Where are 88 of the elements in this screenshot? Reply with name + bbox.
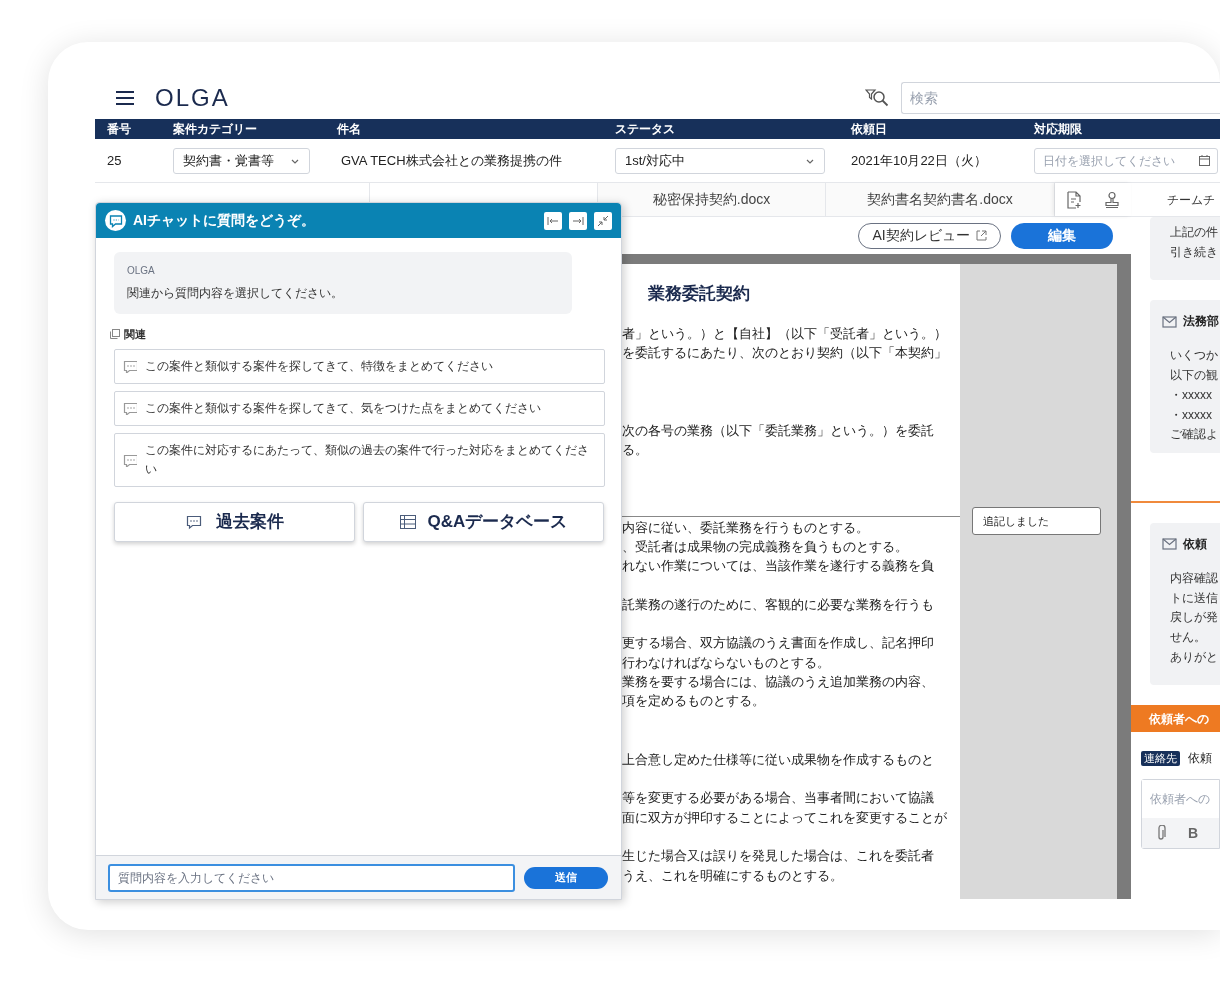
message-text: ありがと — [1170, 648, 1219, 666]
column-header: 依頼日 — [851, 121, 888, 138]
document-text: 託業務の遂行のために、客観的に必要な業務を行うも — [622, 595, 934, 614]
document-text: 行わなければならないものとする。 — [622, 653, 830, 672]
document-text: 項を定めるものとする。 — [622, 692, 765, 711]
dock-left-button[interactable] — [544, 211, 562, 230]
contact-name: 依頼 — [1188, 750, 1212, 768]
message-text: ・xxxxx — [1170, 386, 1213, 404]
dock-right-icon — [572, 215, 584, 226]
document-tab[interactable]: 秘密保持契約.docx — [598, 183, 826, 216]
message-text: せん。 — [1170, 629, 1207, 647]
message-text: 上記の件 — [1170, 224, 1219, 241]
ai-review-button[interactable]: AI契約レビュー — [858, 222, 1001, 249]
minimize-icon — [597, 215, 609, 226]
column-header: 番号 — [106, 121, 132, 138]
past-cases-button[interactable]: 過去案件 — [114, 501, 355, 542]
calendar-icon — [1199, 154, 1210, 166]
document-text: れない作業については、当該作業を遂行する義務を負 — [622, 557, 934, 576]
dock-right-button[interactable] — [569, 211, 587, 230]
dropdown[interactable]: 1st/対応中 — [615, 147, 825, 174]
chat-bubble-icon — [123, 359, 137, 373]
question-field[interactable]: 質問内容を入力してください — [108, 863, 515, 892]
chat-bubble-icon — [185, 513, 204, 530]
document-text: 等を変更する必要がある場合、当事者間において協議 — [622, 789, 934, 808]
suggestion-item[interactable]: この案件に対応するにあたって、類似の過去の案件で行った対応をまとめてください — [114, 432, 605, 487]
document-text: 生じた場合又は誤りを発見した場合は、これを委託者 — [622, 847, 934, 866]
menu-icon[interactable] — [115, 90, 135, 106]
document-text: 上合意し定めた仕様等に従い成果物を作成するものと — [622, 750, 934, 769]
message-text: 関連から質問内容を選択してください。 — [127, 285, 344, 302]
message-text: いくつか — [1170, 347, 1219, 365]
date-field[interactable]: 日付を選択してください — [1034, 147, 1218, 174]
document-text: うえ、これを明確にするものとする。 — [622, 866, 843, 885]
dock-left-icon — [547, 215, 559, 226]
document-tab[interactable]: 契約書名契約書名.docx — [826, 183, 1055, 216]
contact-badge: 連絡先 — [1141, 750, 1180, 766]
suggestion-item[interactable]: この案件と類似する案件を探してきて、気をつけた点をまとめてください — [114, 390, 605, 426]
message-text: 以下の観 — [1170, 367, 1219, 385]
search-field[interactable]: 検索 — [901, 82, 1220, 114]
chat-bubble-icon — [123, 452, 137, 467]
comment-box: 追記しました — [972, 507, 1101, 535]
request-bar: 依頼者への — [1131, 705, 1220, 733]
message-text: 内容確認 — [1170, 569, 1219, 587]
message-text: トに送信 — [1170, 589, 1219, 607]
bold-button[interactable]: B — [1188, 822, 1199, 844]
table-cell-text: 2021年10月22日（火） — [851, 151, 988, 170]
document-text: を委託するにあたり、次のとおり契約（以下「本契約」 — [622, 344, 947, 363]
document-text: 者」という。）と【自社】（以下「受託者」という。） — [622, 325, 947, 343]
stamp-icon[interactable] — [1104, 190, 1120, 209]
list-icon — [399, 514, 416, 529]
database-button[interactable]: Q&Aデータベース — [363, 501, 604, 542]
document-title: 業務委託契約 — [647, 283, 751, 305]
document-text: る。 — [622, 441, 648, 460]
message-text: 引き続き — [1170, 243, 1219, 261]
mail-icon — [1162, 537, 1177, 551]
column-header: 件名 — [337, 121, 362, 138]
message-text: 戻しが発 — [1170, 609, 1219, 627]
table-cell-text: GVA TECH株式会社との業務提携の件 — [340, 151, 563, 170]
dropdown[interactable]: 契約書・覚書等 — [173, 147, 310, 174]
send-button[interactable]: 送信 — [524, 866, 608, 889]
paperclip-icon[interactable] — [1156, 825, 1166, 842]
message-sender: OLGA — [127, 264, 156, 278]
message-text: ご確認よ — [1170, 426, 1219, 444]
column-header: 案件カテゴリー — [173, 121, 258, 138]
add-document-icon[interactable] — [1066, 190, 1082, 209]
edit-button[interactable]: 編集 — [1011, 222, 1113, 249]
mail-icon — [1162, 314, 1177, 328]
document-text: 次の各号の業務（以下「委託業務」という。）を委託 — [622, 421, 934, 440]
minimize-button[interactable] — [594, 211, 612, 230]
document-text: 更する場合、双方協議のうえ書面を作成し、記名押印 — [622, 634, 934, 653]
chat-title: AIチャットに質問をどうぞ。 — [133, 211, 315, 230]
related-label: 関連 — [124, 327, 146, 342]
external-link-icon — [975, 230, 987, 241]
chat-bubble-icon — [123, 401, 137, 415]
table-cell-text: 25 — [106, 151, 123, 170]
suggestion-item[interactable]: この案件と類似する案件を探してきて、特徴をまとめてください — [114, 348, 605, 384]
column-header: ステータス — [615, 121, 676, 138]
document-text: 内容に従い、委託業務を行うものとする。 — [622, 518, 869, 537]
message-composer[interactable]: 依頼者への B — [1141, 779, 1220, 850]
document-text: 、受託者は成果物の完成義務を負うものとする。 — [622, 538, 908, 557]
message-sender: 法務部 — [1183, 313, 1219, 331]
related-icon — [110, 329, 120, 340]
column-header: 対応期限 — [1034, 121, 1083, 138]
message-text: ・xxxxx — [1170, 406, 1213, 424]
app-logo: OLGA — [155, 86, 230, 110]
message-sender: 依頼 — [1183, 535, 1207, 553]
document-text: 業務を要する場合には、協議のうえ追加業務の内容、 — [622, 673, 934, 692]
document-text: 面に双方が押印することによってこれを変更することが — [622, 808, 947, 827]
search-icon[interactable] — [865, 87, 889, 109]
